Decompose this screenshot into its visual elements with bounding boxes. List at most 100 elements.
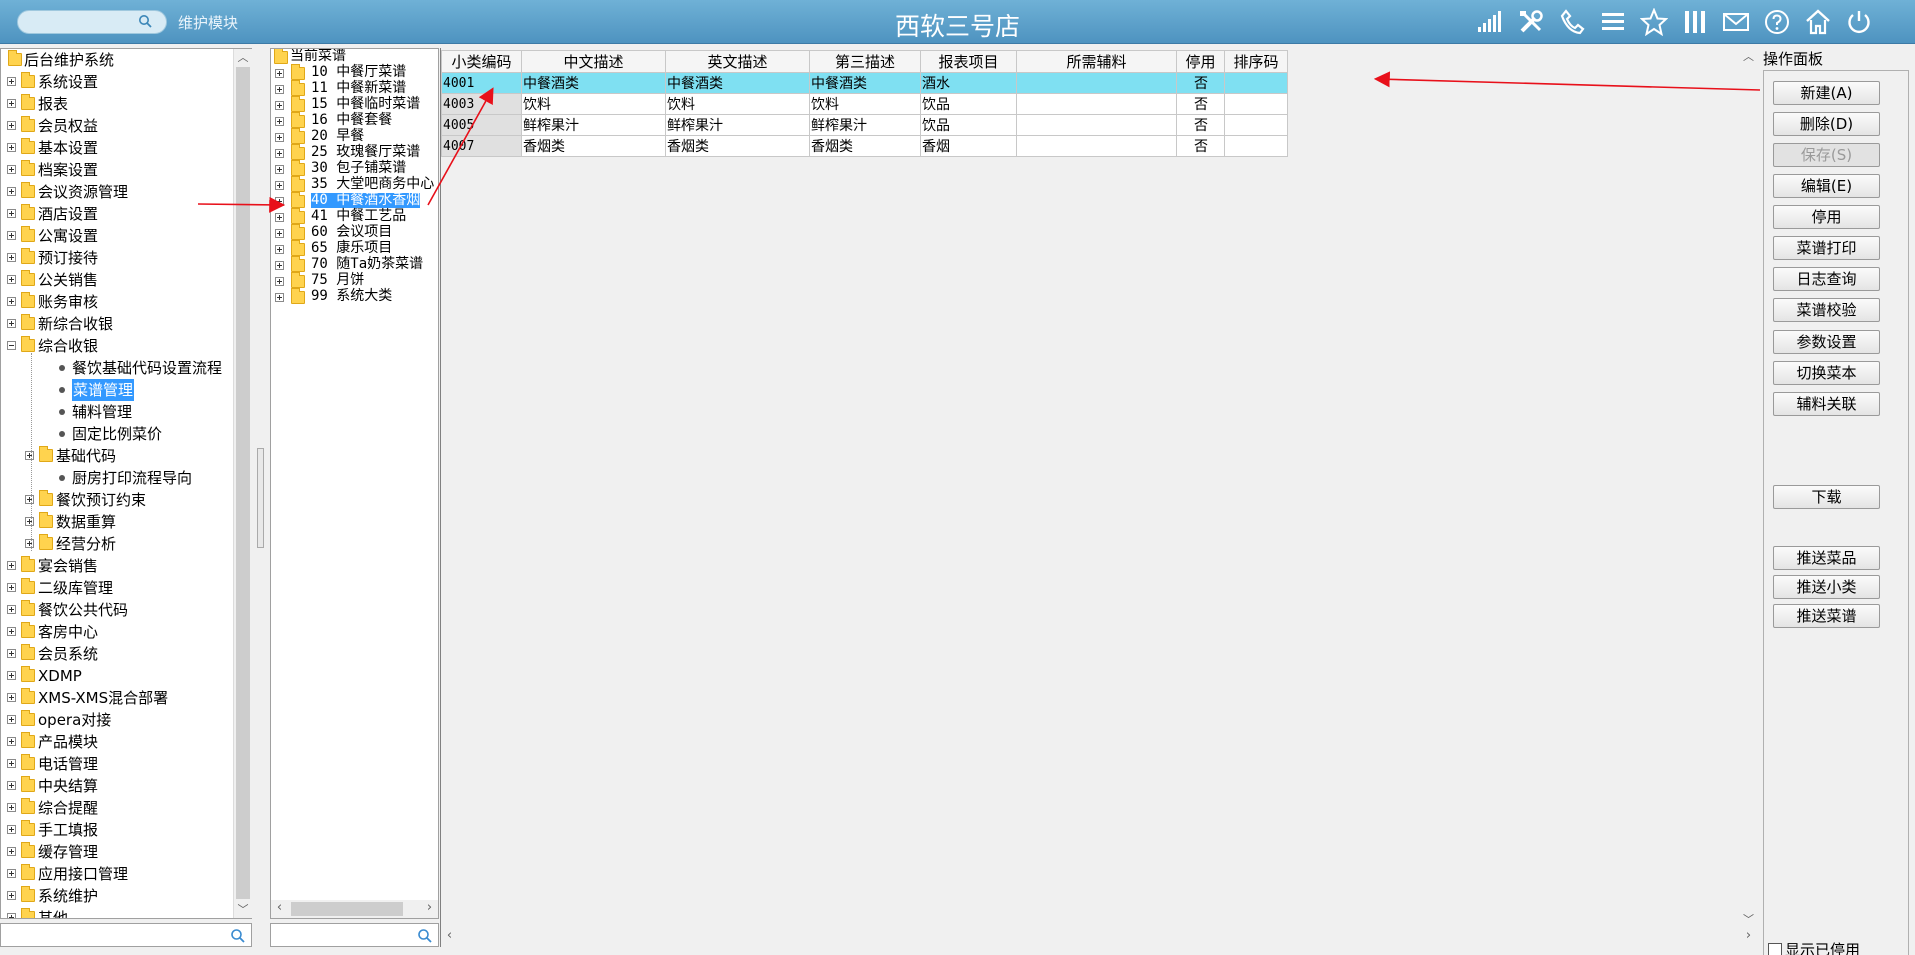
expand-icon[interactable] [7, 869, 16, 878]
expand-icon[interactable] [275, 85, 284, 94]
expand-icon[interactable] [7, 209, 16, 218]
power-icon[interactable] [1843, 6, 1875, 38]
grid-cell-third[interactable]: 香烟类 [809, 135, 921, 157]
scroll-down-icon[interactable]: ﹀ [234, 901, 252, 918]
nav-item[interactable]: 新综合收银 [1, 313, 233, 335]
nav-item[interactable]: 账务审核 [1, 291, 233, 313]
expand-icon[interactable] [7, 803, 16, 812]
expand-icon[interactable] [7, 671, 16, 680]
nav-scroll-thumb[interactable] [236, 67, 250, 899]
grid-cell-aux[interactable] [1016, 114, 1177, 136]
grid-cell-report[interactable]: 香烟 [920, 135, 1017, 157]
grid-column-header[interactable]: 排序码 [1224, 50, 1288, 73]
expand-icon[interactable] [25, 517, 34, 526]
grid-cell-en[interactable]: 香烟类 [665, 135, 810, 157]
grid-column-header[interactable]: 报表项目 [920, 50, 1017, 73]
nav-item[interactable]: 系统维护 [1, 885, 233, 907]
op-button[interactable]: 菜谱校验 [1773, 298, 1880, 322]
mail-icon[interactable] [1720, 6, 1752, 38]
grid-cell-zh[interactable]: 鲜榨果汁 [521, 114, 666, 136]
grid-cell-en[interactable]: 饮料 [665, 93, 810, 115]
nav-item[interactable]: 基本设置 [1, 137, 233, 159]
grid-cell-code[interactable]: 4001 [441, 72, 522, 94]
category-item[interactable]: 10 中餐厅菜谱 [271, 64, 438, 81]
nav-sub-item[interactable]: 餐饮预订约束 [1, 489, 233, 511]
nav-item[interactable]: 公寓设置 [1, 225, 233, 247]
nav-item[interactable]: 报表 [1, 93, 233, 115]
expand-icon[interactable] [7, 847, 16, 856]
help-icon[interactable] [1761, 6, 1793, 38]
category-item[interactable]: 60 会议项目 [271, 224, 438, 241]
expand-icon[interactable] [7, 99, 16, 108]
phone-icon[interactable] [1556, 6, 1588, 38]
expand-icon[interactable] [275, 133, 284, 142]
nav-item[interactable]: 综合收银 [1, 335, 233, 357]
nav-item[interactable]: 宴会销售 [1, 555, 233, 577]
grid-cell-code[interactable]: 4005 [441, 114, 522, 136]
grid-cell-sort[interactable] [1224, 72, 1288, 94]
grid-cell-disabled[interactable]: 否 [1176, 72, 1225, 94]
nav-item[interactable]: XDMP [1, 665, 233, 687]
scroll-up-icon[interactable]: ︿ [1740, 48, 1757, 65]
op-button[interactable]: 推送小类 [1773, 575, 1880, 599]
nav-item[interactable]: 预订接待 [1, 247, 233, 269]
nav-sub-item[interactable]: 经营分析 [1, 533, 233, 555]
grid-row[interactable]: 4007 香烟类 香烟类 香烟类 香烟否 [441, 135, 1288, 157]
nav-item[interactable]: 缓存管理 [1, 841, 233, 863]
search-icon[interactable] [417, 928, 432, 943]
signal-icon[interactable] [1474, 6, 1506, 38]
grid-hscrollbar[interactable]: ‹ › [441, 928, 1757, 946]
expand-icon[interactable] [7, 319, 16, 328]
nav-item[interactable]: 系统设置 [1, 71, 233, 93]
category-item[interactable]: 11 中餐新菜谱 [271, 80, 438, 97]
category-item[interactable]: 15 中餐临时菜谱 [271, 96, 438, 113]
category-item[interactable]: 25 玫瑰餐厅菜谱 [271, 144, 438, 161]
nav-item[interactable]: XMS-XMS混合部署 [1, 687, 233, 709]
module-search-input[interactable] [17, 10, 167, 34]
menu-icon[interactable] [1597, 6, 1629, 38]
expand-icon[interactable] [7, 913, 16, 918]
grid-column-header[interactable]: 中文描述 [521, 50, 666, 73]
grid-cell-sort[interactable] [1224, 135, 1288, 157]
expand-icon[interactable] [25, 539, 34, 548]
nav-root[interactable]: 后台维护系统 [1, 49, 233, 71]
scroll-left-icon[interactable]: ‹ [441, 928, 458, 946]
op-button[interactable]: 日志查询 [1773, 267, 1880, 291]
grid-cell-report[interactable]: 饮品 [920, 114, 1017, 136]
op-button[interactable]: 推送菜品 [1773, 546, 1880, 570]
expand-icon[interactable] [7, 121, 16, 130]
scroll-right-icon[interactable]: › [421, 900, 438, 918]
nav-item[interactable]: 餐饮公共代码 [1, 599, 233, 621]
panel-splitter[interactable] [257, 448, 264, 548]
show-disabled-checkbox[interactable]: 显示已停用 [1768, 939, 1860, 955]
expand-icon[interactable] [275, 277, 284, 286]
expand-icon[interactable] [275, 197, 284, 206]
expand-icon[interactable] [7, 781, 16, 790]
nav-search-input[interactable] [0, 923, 252, 947]
grid-cell-report[interactable]: 酒水 [920, 72, 1017, 94]
collapse-icon[interactable] [7, 341, 16, 350]
scroll-right-icon[interactable]: › [1740, 928, 1757, 946]
grid-cell-third[interactable]: 中餐酒类 [809, 72, 921, 94]
expand-icon[interactable] [7, 165, 16, 174]
op-button[interactable]: 推送菜谱 [1773, 604, 1880, 628]
category-item[interactable]: 30 包子铺菜谱 [271, 160, 438, 177]
expand-icon[interactable] [7, 693, 16, 702]
nav-item[interactable]: 会员权益 [1, 115, 233, 137]
expand-icon[interactable] [7, 825, 16, 834]
grid-cell-disabled[interactable]: 否 [1176, 93, 1225, 115]
nav-sub-item[interactable]: 固定比例菜价 [1, 423, 233, 445]
nav-sub-item[interactable]: 辅料管理 [1, 401, 233, 423]
category-item[interactable]: 35 大堂吧商务中心 [271, 176, 438, 193]
category-item[interactable]: 40 中餐酒水香烟 [271, 192, 438, 209]
expand-icon[interactable] [275, 69, 284, 78]
search-icon[interactable] [138, 14, 152, 28]
expand-icon[interactable] [275, 245, 284, 254]
expand-icon[interactable] [275, 293, 284, 302]
category-item[interactable]: 20 早餐 [271, 128, 438, 145]
grid-cell-code[interactable]: 4003 [441, 93, 522, 115]
expand-icon[interactable] [7, 253, 16, 262]
category-item[interactable]: 99 系统大类 [271, 288, 438, 305]
expand-icon[interactable] [7, 605, 16, 614]
grid-row[interactable]: 4001 中餐酒类 中餐酒类 中餐酒类 酒水否 [441, 72, 1288, 94]
